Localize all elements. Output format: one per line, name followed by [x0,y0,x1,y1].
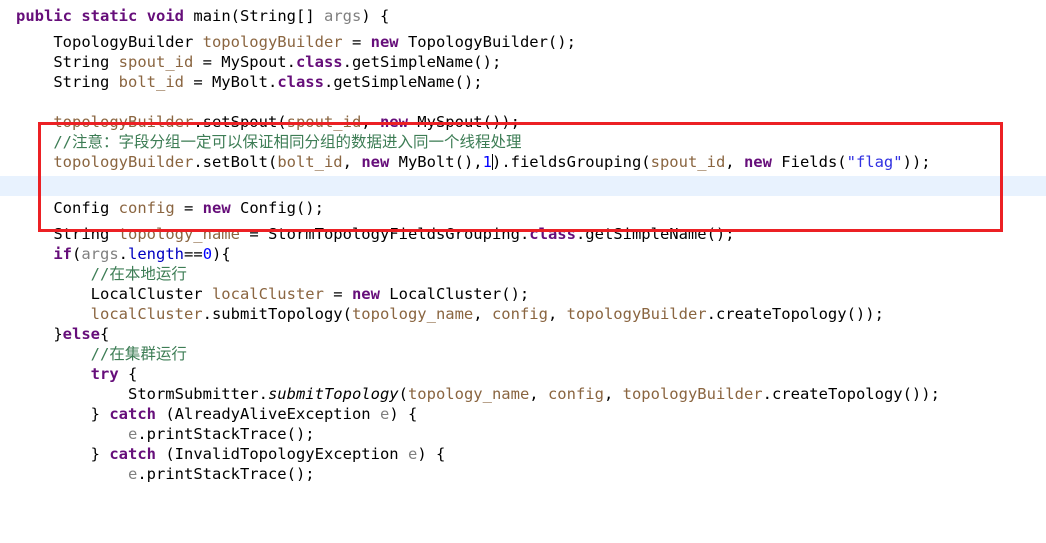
code-line: String bolt_id = MyBolt.class.getSimpleN… [16,73,483,91]
code-line: try { [90,365,138,383]
source-code-block[interactable]: public static void main(String[] args) {… [0,0,1046,484]
code-line-highlighted: topologyBuilder.setBolt(bolt_id, new MyB… [53,153,931,171]
code-line: e.printStackTrace(); [127,425,315,443]
code-line: }else{ [16,325,110,343]
code-line: StormSubmitter.submitTopology(topology_n… [16,385,940,403]
code-line: String topology_name = StormTopologyFiel… [16,225,735,243]
code-line: } catch (InvalidTopologyException e) { [16,445,446,463]
code-line: if(args.length==0){ [53,245,231,263]
code-line: Config config = new Config(); [16,199,324,217]
code-line: TopologyBuilder topologyBuilder = new To… [16,33,576,51]
code-line: LocalCluster localCluster = new LocalClu… [16,285,530,303]
code-line: } catch (AlreadyAliveException e) { [16,405,418,423]
code-line-comment: //在集群运行 [90,345,187,363]
code-editor-pane[interactable]: public static void main(String[] args) {… [0,0,1046,543]
code-line-clipped: e.printStackTrace(); [127,465,315,483]
code-line-comment: //注意：字段分组一定可以保证相同分组的数据进入同一个线程处理 [53,133,522,151]
code-line-comment: //在本地运行 [90,265,187,283]
code-line: public static void main(String[] args) { [16,7,390,25]
code-line: localCluster.submitTopology(topology_nam… [90,305,884,323]
code-line: topologyBuilder.setSpout(spout_id, new M… [53,113,520,131]
code-line: String spout_id = MySpout.class.getSimpl… [16,53,502,71]
